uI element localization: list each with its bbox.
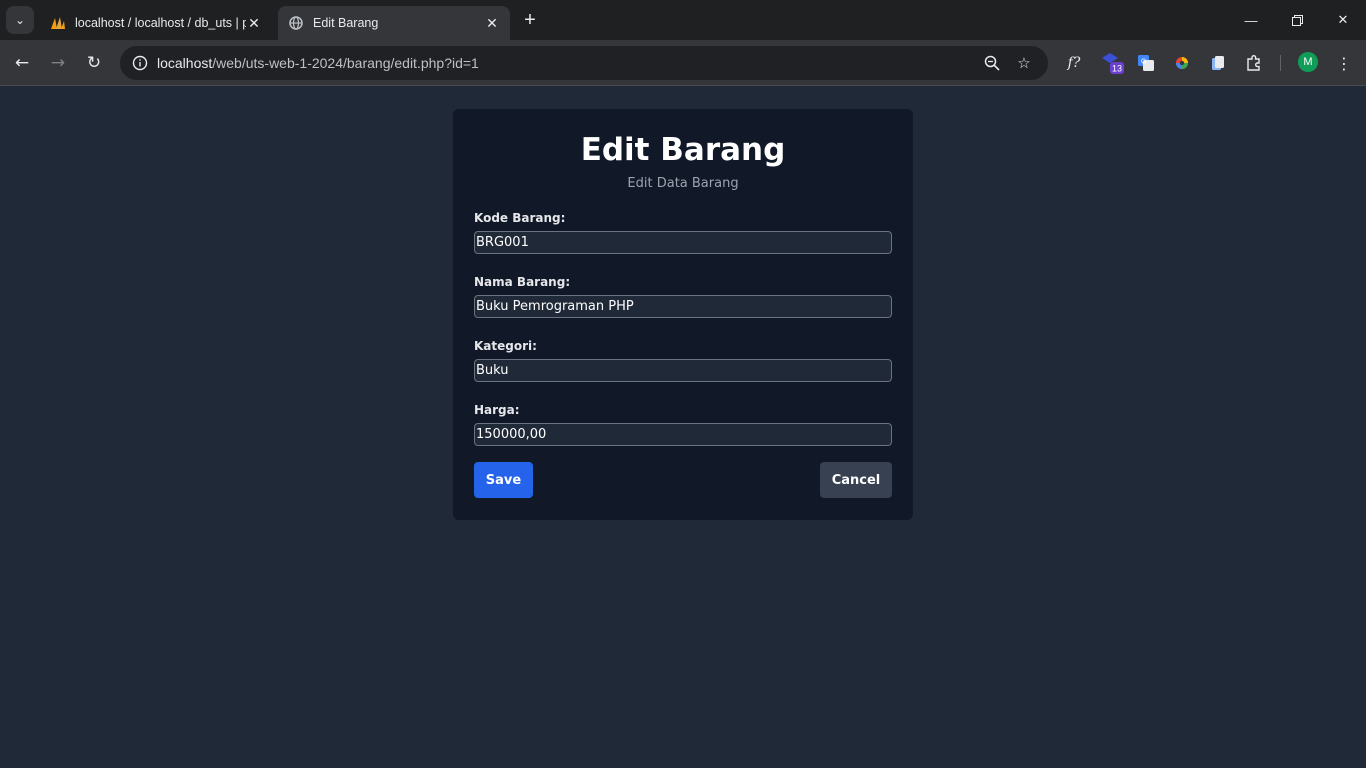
tab-title: Edit Barang [313, 16, 379, 30]
reload-icon[interactable]: ↻ [78, 47, 110, 79]
kategori-input[interactable]: Buku [474, 359, 892, 382]
cancel-button[interactable]: Cancel [820, 462, 892, 498]
extension-badge-count: 13 [1112, 64, 1122, 74]
browser-toolbar: ← → ↻ localhost/web/uts-web-1-2024/baran… [0, 40, 1366, 86]
close-icon[interactable]: ✕ [246, 15, 262, 32]
url-host: localhost [157, 55, 213, 71]
address-bar[interactable]: localhost/web/uts-web-1-2024/barang/edit… [120, 46, 1048, 80]
nama-barang-input[interactable]: Buku Pemrograman PHP [474, 295, 892, 318]
kategori-label: Kategori: [474, 339, 537, 353]
form-actions: Save Cancel [474, 462, 892, 498]
field-harga: Harga: 150000,00 [474, 402, 892, 446]
chevron-down-icon: ⌄ [14, 13, 26, 27]
page-content: Edit Barang Edit Data Barang Kode Barang… [0, 87, 1366, 766]
profile-avatar[interactable]: M [1298, 52, 1318, 72]
star-icon[interactable]: ☆ [1012, 51, 1036, 75]
page-subtitle: Edit Data Barang [627, 176, 739, 191]
back-icon[interactable]: ← [6, 47, 38, 79]
harga-input[interactable]: 150000,00 [474, 423, 892, 446]
function-extension-icon[interactable]: f? [1060, 49, 1088, 77]
site-info-icon[interactable] [128, 51, 152, 75]
svg-text:G: G [1141, 59, 1146, 66]
field-kode-barang: Kode Barang: BRG001 [474, 210, 892, 254]
field-nama-barang: Nama Barang: Buku Pemrograman PHP [474, 274, 892, 318]
kode-barang-input[interactable]: BRG001 [474, 231, 892, 254]
tab-strip: ⌄ localhost / localhost / db_uts | p ✕ E… [0, 0, 1366, 40]
url-text[interactable]: localhost/web/uts-web-1-2024/barang/edit… [157, 46, 479, 80]
edit-barang-card: Edit Barang Edit Data Barang Kode Barang… [453, 109, 913, 520]
tab-edit-barang[interactable]: Edit Barang ✕ [278, 6, 510, 40]
tab-search-button[interactable]: ⌄ [6, 6, 34, 34]
restore-icon[interactable] [1274, 0, 1320, 40]
tab-title: localhost / localhost / db_uts | p [75, 16, 246, 30]
toolbar-divider [1280, 55, 1281, 71]
close-window-icon[interactable]: ✕ [1320, 0, 1366, 40]
kode-barang-label: Kode Barang: [474, 211, 566, 225]
harga-label: Harga: [474, 403, 520, 417]
url-path: /web/uts-web-1-2024/barang/edit.php?id=1 [212, 55, 479, 71]
clipboard-extension-icon[interactable] [1204, 49, 1232, 77]
field-kategori: Kategori: Buku [474, 338, 892, 382]
save-button[interactable]: Save [474, 462, 533, 498]
minimize-icon[interactable]: — [1228, 0, 1274, 40]
forward-icon[interactable]: → [42, 47, 74, 79]
globe-icon [288, 15, 304, 31]
nama-barang-label: Nama Barang: [474, 275, 571, 289]
puzzle-extensions-icon[interactable] [1240, 49, 1268, 77]
menu-kebab-icon[interactable]: ⋮ [1330, 49, 1358, 77]
tab-phpmyadmin[interactable]: localhost / localhost / db_uts | p ✕ [40, 6, 272, 40]
translate-icon[interactable]: G [1132, 49, 1160, 77]
new-tab-button[interactable]: + [518, 8, 542, 32]
close-icon[interactable]: ✕ [484, 15, 500, 32]
phpmyadmin-icon [50, 15, 66, 31]
zoom-icon[interactable] [980, 51, 1004, 75]
page-title: Edit Barang [580, 132, 786, 168]
extension-badge-icon[interactable]: 13 [1098, 49, 1126, 77]
color-picker-icon[interactable] [1168, 49, 1196, 77]
